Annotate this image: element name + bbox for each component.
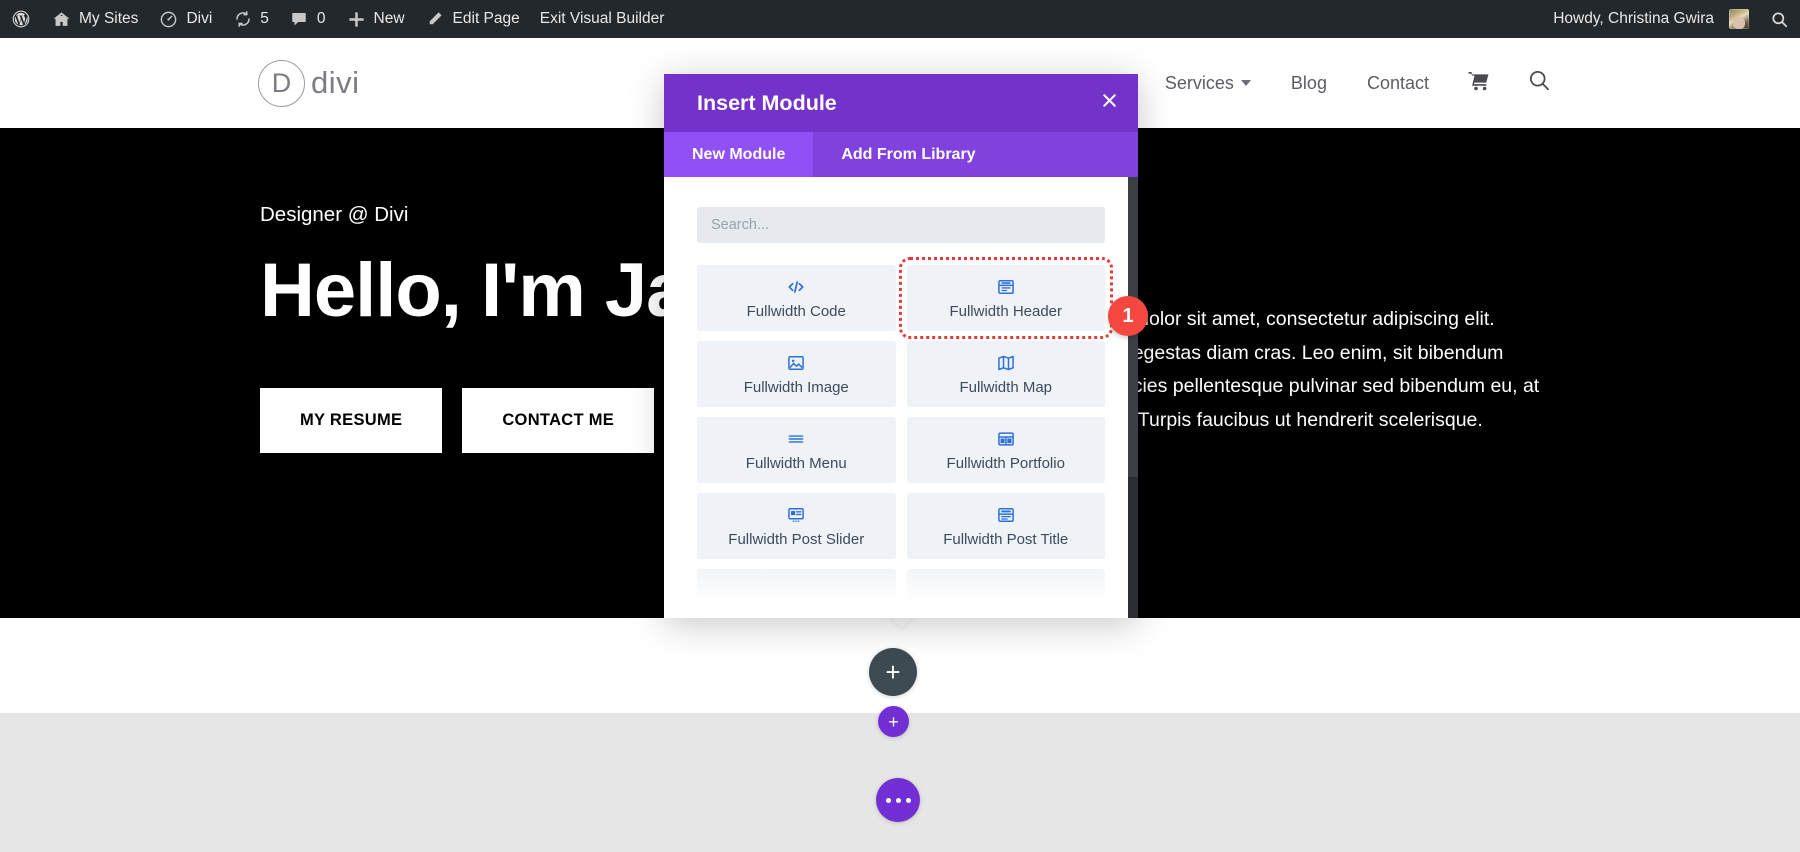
admin-bar-search-button[interactable] [1759, 0, 1800, 38]
avatar [1729, 9, 1749, 29]
post-title-icon [996, 504, 1016, 526]
contact-me-button[interactable]: CONTACT ME [462, 387, 655, 453]
nav-item-services[interactable]: Services [1145, 73, 1271, 94]
site-nav: Services Blog Contact [1088, 68, 1570, 98]
more-options-icon [885, 797, 911, 803]
admin-bar-my-sites-label: My Sites [79, 10, 139, 27]
module-card-fullwidth-post-slider[interactable]: Fullwidth Post Slider [697, 493, 896, 559]
cart-button[interactable] [1449, 69, 1509, 98]
pencil-icon [425, 9, 446, 30]
header-icon [996, 276, 1016, 298]
admin-bar-comments[interactable]: 0 [279, 0, 336, 38]
modal-header: Insert Module [664, 74, 1138, 132]
nav-item-blog[interactable]: Blog [1271, 73, 1347, 94]
module-card-fullwidth-code[interactable]: Fullwidth Code [697, 265, 896, 331]
tab-new-module[interactable]: New Module [664, 132, 814, 177]
close-icon [1099, 90, 1120, 116]
divi-icon [158, 9, 179, 30]
module-card-label: Fullwidth Map [959, 379, 1053, 396]
nav-item-blog-label: Blog [1290, 72, 1327, 93]
plus-icon [346, 9, 367, 30]
shopping-cart-icon [1467, 69, 1491, 98]
module-card-fullwidth-post-title[interactable]: Fullwidth Post Title [906, 493, 1105, 559]
portfolio-grid-icon [996, 428, 1016, 450]
admin-bar-left-group: My Sites Divi 5 0 New Edit Page Exit Vis… [0, 0, 674, 38]
nav-item-contact[interactable]: Contact [1347, 73, 1449, 94]
module-card-label: Fullwidth Code [746, 303, 846, 320]
admin-bar-account[interactable]: Howdy, Christina Gwira [1543, 0, 1759, 38]
search-input[interactable] [697, 207, 1105, 243]
modal-tabs: New Module Add From Library [664, 132, 1138, 177]
site-logo[interactable]: D divi [258, 59, 360, 107]
module-card-label: Fullwidth Post Slider [728, 531, 865, 548]
module-card-label: Fullwidth Portfolio [946, 455, 1065, 472]
step-badge-1: 1 [1108, 296, 1148, 336]
wp-admin-bar: My Sites Divi 5 0 New Edit Page Exit Vis… [0, 0, 1800, 38]
map-icon [996, 352, 1016, 374]
admin-bar-exit-visual-builder-label: Exit Visual Builder [539, 10, 665, 27]
module-card-fullwidth-map[interactable]: Fullwidth Map [906, 341, 1105, 407]
module-card-partial[interactable] [906, 569, 1105, 618]
module-card-partial[interactable] [697, 569, 896, 618]
updates-icon [232, 9, 253, 30]
close-button[interactable] [1080, 74, 1138, 132]
module-card-fullwidth-portfolio[interactable]: Fullwidth Portfolio [906, 417, 1105, 483]
module-card-label: Fullwidth Post Title [943, 531, 1069, 548]
add-section-button[interactable]: + [869, 648, 917, 696]
search-icon [1527, 68, 1552, 98]
site-search-button[interactable] [1509, 68, 1570, 98]
admin-bar-right-group: Howdy, Christina Gwira [1543, 0, 1800, 38]
search-icon [1769, 9, 1790, 30]
modal-scrollbar[interactable] [1128, 177, 1138, 618]
admin-bar-new-label: New [373, 10, 405, 27]
my-resume-button[interactable]: MY RESUME [260, 387, 443, 453]
modal-body: Fullwidth Code Fullwidth Header [664, 177, 1138, 618]
admin-bar-updates[interactable]: 5 [222, 0, 279, 38]
nav-item-contact-label: Contact [1366, 72, 1429, 93]
menu-icon [786, 428, 806, 450]
module-card-label: Fullwidth Header [949, 303, 1063, 320]
admin-bar-divi[interactable]: Divi [148, 0, 222, 38]
tab-add-from-library[interactable]: Add From Library [813, 132, 1004, 177]
module-card-label: Fullwidth Image [743, 379, 849, 396]
chevron-down-icon [1240, 80, 1251, 86]
divi-logo-mark: D [258, 59, 305, 107]
post-slider-icon [786, 504, 806, 526]
admin-bar-divi-label: Divi [186, 10, 213, 27]
image-icon [786, 352, 806, 374]
insert-module-modal: Insert Module New Module Add From Librar… [664, 74, 1138, 618]
modal-title: Insert Module [697, 90, 837, 115]
code-icon [786, 276, 806, 298]
add-row-plus-icon: + [888, 711, 899, 732]
admin-bar-wordpress-logo[interactable] [0, 0, 41, 38]
module-card-fullwidth-menu[interactable]: Fullwidth Menu [697, 417, 896, 483]
module-card-fullwidth-image[interactable]: Fullwidth Image [697, 341, 896, 407]
module-card-fullwidth-header[interactable]: Fullwidth Header [898, 257, 1113, 339]
admin-bar-comments-count: 0 [316, 10, 326, 27]
admin-bar-exit-visual-builder[interactable]: Exit Visual Builder [530, 0, 675, 38]
comments-icon [289, 9, 310, 30]
admin-bar-howdy-label: Howdy, Christina Gwira [1553, 10, 1714, 27]
builder-more-options-button[interactable] [876, 778, 920, 822]
module-grid: Fullwidth Code Fullwidth Header Fullwidt… [697, 257, 1113, 618]
add-row-button[interactable]: + [878, 706, 909, 737]
admin-bar-new[interactable]: New [336, 0, 415, 38]
wordpress-icon [10, 9, 31, 30]
admin-bar-updates-count: 5 [260, 10, 269, 27]
divi-logo-text: divi [311, 65, 360, 100]
sites-icon [51, 9, 72, 30]
admin-bar-my-sites[interactable]: My Sites [41, 0, 148, 38]
add-section-plus-icon: + [885, 657, 901, 687]
module-card-label: Fullwidth Menu [745, 455, 847, 472]
nav-item-services-label: Services [1164, 72, 1234, 93]
admin-bar-edit-page-label: Edit Page [452, 10, 520, 27]
admin-bar-edit-page[interactable]: Edit Page [415, 0, 530, 38]
